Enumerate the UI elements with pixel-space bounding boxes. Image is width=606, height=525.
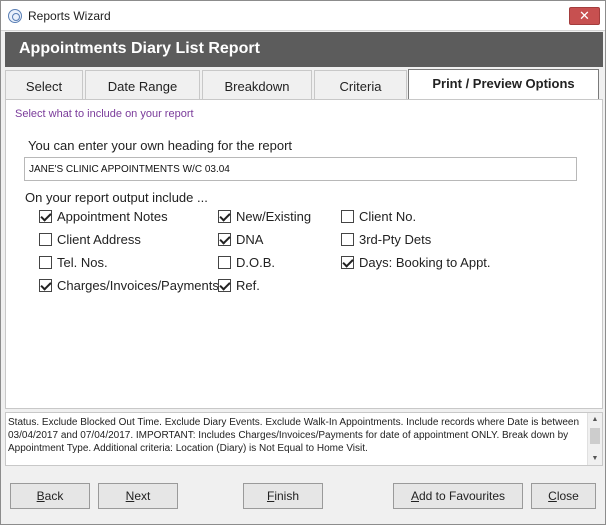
close-label: lose xyxy=(556,489,579,503)
checkbox[interactable] xyxy=(39,255,52,269)
option-label: New/Existing xyxy=(236,208,312,224)
option-label: D.O.B. xyxy=(236,254,276,270)
scroll-down-icon[interactable]: ▼ xyxy=(588,452,602,465)
option-new-existing[interactable]: New/Existing xyxy=(218,207,311,225)
checkbox[interactable] xyxy=(218,209,231,223)
favourites-mnemonic: A xyxy=(410,489,419,503)
option-label: Tel. Nos. xyxy=(57,254,108,270)
wizard-tabs: Select Date Range Breakdown Criteria Pri… xyxy=(5,69,603,100)
heading-label: You can enter your own heading for the r… xyxy=(28,138,293,153)
report-title: Appointments Diary List Report xyxy=(19,40,260,57)
option-3rd-pty-dets[interactable]: 3rd-Pty Dets xyxy=(341,230,431,248)
checkbox[interactable] xyxy=(218,278,231,292)
include-label: On your report output include ... xyxy=(25,190,208,205)
report-banner: Appointments Diary List Report xyxy=(5,32,603,67)
option-label: Client Address xyxy=(57,231,141,247)
checkbox[interactable] xyxy=(218,255,231,269)
option-dob[interactable]: D.O.B. xyxy=(218,253,275,271)
option-label: DNA xyxy=(236,231,264,247)
close-window-button[interactable]: ✕ xyxy=(569,7,600,25)
scroll-up-icon[interactable]: ▲ xyxy=(588,413,602,426)
close-icon: ✕ xyxy=(579,8,590,23)
report-heading-input[interactable] xyxy=(24,157,577,181)
checkbox[interactable] xyxy=(341,255,354,269)
favourites-label: dd to Favourites xyxy=(418,489,506,503)
option-client-no[interactable]: Client No. xyxy=(341,207,416,225)
close-mnemonic: C xyxy=(548,489,557,503)
option-label: Ref. xyxy=(236,277,260,293)
tab-criteria[interactable]: Criteria xyxy=(314,70,407,99)
tab-select[interactable]: Select xyxy=(5,70,83,99)
back-mnemonic: B xyxy=(36,489,45,503)
finish-button[interactable]: Finish xyxy=(243,483,323,509)
option-client-address[interactable]: Client Address xyxy=(39,230,141,248)
add-to-favourites-button[interactable]: Add to Favourites xyxy=(393,483,523,509)
option-tel-nos[interactable]: Tel. Nos. xyxy=(39,253,108,271)
option-label: Client No. xyxy=(359,208,417,224)
checkbox[interactable] xyxy=(39,232,52,246)
option-days-booking-to-appt[interactable]: Days: Booking to Appt. xyxy=(341,253,491,271)
status-scrollbar[interactable]: ▲ ▼ xyxy=(587,413,602,465)
checkbox[interactable] xyxy=(39,278,52,292)
tab-date-range[interactable]: Date Range xyxy=(85,70,200,99)
option-ref[interactable]: Ref. xyxy=(218,276,260,294)
window-title: Reports Wizard xyxy=(28,9,111,23)
back-button[interactable]: Back xyxy=(10,483,90,509)
option-appointment-notes[interactable]: Appointment Notes xyxy=(39,207,168,225)
options-panel: Select what to include on your report Yo… xyxy=(5,99,603,409)
option-dna[interactable]: DNA xyxy=(218,230,263,248)
option-charges-invoices-payments[interactable]: Charges/Invoices/Payments xyxy=(39,276,219,294)
status-text: Status. Exclude Blocked Out Time. Exclud… xyxy=(8,417,580,454)
checkbox[interactable] xyxy=(341,209,354,223)
option-label: Appointment Notes xyxy=(57,208,168,224)
next-label: ext xyxy=(134,489,151,503)
reports-wizard-window: Reports Wizard ✕ Appointments Diary List… xyxy=(0,0,606,525)
status-summary: Status. Exclude Blocked Out Time. Exclud… xyxy=(5,412,603,466)
checkbox[interactable] xyxy=(341,232,354,246)
app-icon xyxy=(8,9,22,23)
scroll-thumb[interactable] xyxy=(590,428,600,444)
finish-label: inish xyxy=(274,489,300,503)
checkbox[interactable] xyxy=(218,232,231,246)
option-label: Charges/Invoices/Payments xyxy=(57,277,219,293)
back-label: ack xyxy=(44,489,64,503)
title-bar: Reports Wizard ✕ xyxy=(1,1,605,31)
tab-breakdown[interactable]: Breakdown xyxy=(202,70,312,99)
tab-print-preview-options[interactable]: Print / Preview Options xyxy=(408,69,599,99)
option-label: Days: Booking to Appt. xyxy=(359,254,491,270)
close-button[interactable]: Close xyxy=(531,483,596,509)
panel-hint: Select what to include on your report xyxy=(15,108,194,120)
option-label: 3rd-Pty Dets xyxy=(359,231,432,247)
checkbox[interactable] xyxy=(39,209,52,223)
next-button[interactable]: Next xyxy=(98,483,178,509)
